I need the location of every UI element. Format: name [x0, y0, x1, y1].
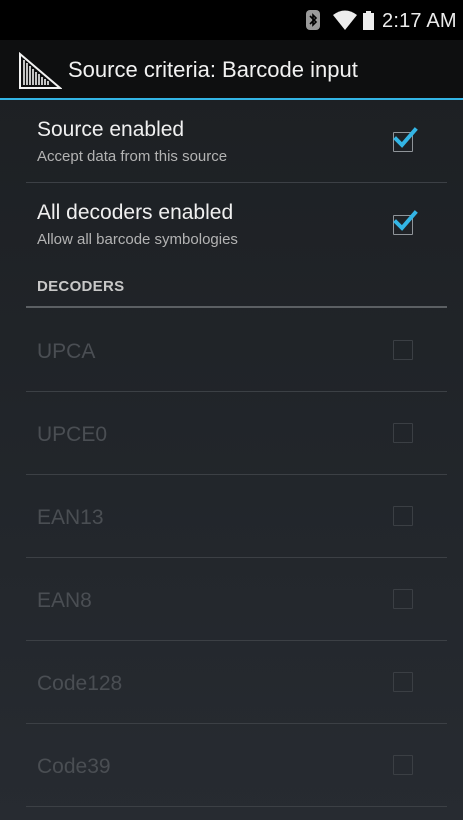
- decoder-label: UPCA: [37, 340, 96, 363]
- decoder-checkbox[interactable]: [393, 506, 413, 526]
- preference-title: All decoders enabled: [37, 201, 234, 224]
- barcode-icon[interactable]: [18, 51, 63, 90]
- checkmark-icon: [393, 127, 418, 148]
- action-bar: Source criteria: Barcode input: [0, 40, 463, 100]
- decoder-item-upce0[interactable]: UPCE0: [26, 392, 447, 475]
- decoder-label: UPCE0: [37, 423, 108, 446]
- preference-summary: Allow all barcode symbologies: [37, 231, 238, 248]
- decoder-checkbox[interactable]: [393, 672, 413, 692]
- wifi-icon: [333, 10, 357, 30]
- source-enabled-checkbox[interactable]: [393, 127, 418, 152]
- section-header-label: DECODERS: [37, 278, 125, 295]
- decoder-item-code128[interactable]: Code128: [26, 641, 447, 724]
- status-bar: 2:17 AM: [0, 0, 463, 40]
- decoder-label: Code39: [37, 755, 111, 778]
- decoder-checkbox[interactable]: [393, 423, 413, 443]
- decoder-item-upca[interactable]: UPCA: [26, 308, 447, 392]
- decoder-checkbox[interactable]: [393, 755, 413, 775]
- battery-icon: [363, 11, 374, 30]
- decoders-section-header: DECODERS: [26, 272, 447, 308]
- decoder-item-ean8[interactable]: EAN8: [26, 558, 447, 641]
- decoder-item-code39[interactable]: Code39: [26, 724, 447, 807]
- decoder-label: EAN13: [37, 506, 104, 529]
- all-decoders-enabled-checkbox[interactable]: [393, 210, 418, 235]
- preference-title: Source enabled: [37, 118, 185, 141]
- preference-summary: Accept data from this source: [37, 148, 228, 165]
- action-bar-title: Source criteria: Barcode input: [68, 57, 358, 82]
- decoder-checkbox[interactable]: [393, 340, 413, 360]
- all-decoders-enabled-preference[interactable]: All decoders enabled Allow all barcode s…: [26, 183, 447, 265]
- decoder-checkbox[interactable]: [393, 589, 413, 609]
- source-enabled-preference[interactable]: Source enabled Accept data from this sou…: [26, 100, 447, 183]
- screen: 2:17 AM Source criteria: Barcode input S…: [0, 0, 463, 820]
- status-time: 2:17 AM: [382, 10, 457, 32]
- decoder-label: Code128: [37, 672, 123, 695]
- decoder-label: EAN8: [37, 589, 92, 612]
- decoder-item-ean13[interactable]: EAN13: [26, 475, 447, 558]
- checkmark-icon: [393, 210, 418, 231]
- bluetooth-icon: [306, 10, 320, 30]
